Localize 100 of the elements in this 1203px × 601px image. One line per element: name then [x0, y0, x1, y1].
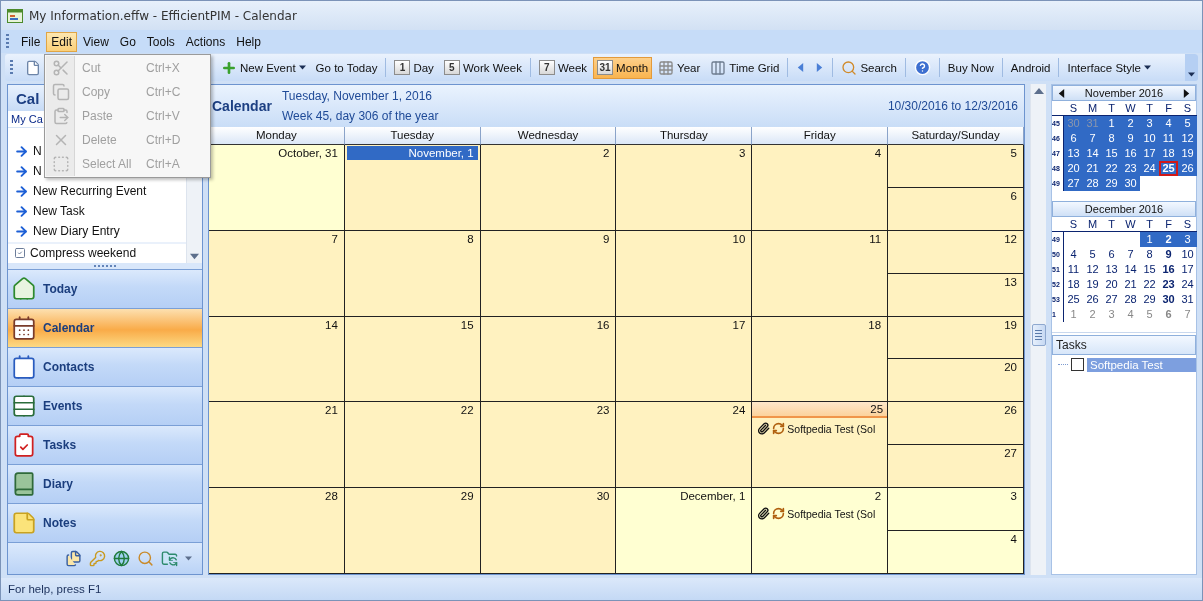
day-cell[interactable]: 19	[888, 316, 1024, 360]
navigation-button[interactable]: Events	[8, 386, 202, 425]
caret-icon[interactable]	[298, 64, 306, 71]
day-cell[interactable]: 12	[888, 230, 1024, 274]
day-cell[interactable]: 15	[344, 316, 481, 403]
scrollbar[interactable]	[1030, 84, 1046, 575]
day-cell[interactable]: 17	[616, 316, 753, 403]
view-button[interactable]: 31 Month	[593, 56, 653, 79]
menu-item[interactable]: Go	[114, 31, 141, 52]
day-cell[interactable]: 30	[480, 488, 617, 574]
action-link[interactable]: New Task	[33, 204, 85, 218]
mini-calendar-day[interactable]: 6	[1102, 247, 1121, 262]
action-link[interactable]: New Diary Entry	[33, 224, 120, 238]
day-cell[interactable]: 27	[888, 445, 1024, 489]
navigation-button[interactable]: Tasks	[8, 425, 202, 464]
day-cell[interactable]: 16	[480, 316, 617, 403]
day-cell[interactable]: 8	[344, 230, 481, 317]
new-event-button[interactable]: New Event	[217, 56, 310, 79]
day-cell[interactable]: 28	[209, 488, 345, 574]
toolbar-button[interactable]: Buy Now	[943, 56, 998, 79]
mini-calendar-day[interactable]: 16	[1159, 262, 1178, 277]
mini-calendar-day[interactable]: 12	[1083, 262, 1102, 277]
view-button[interactable]: 1 Day	[390, 56, 438, 79]
mini-calendar-day[interactable]: 17	[1140, 146, 1159, 161]
view-button[interactable]: Time Grid	[706, 56, 784, 79]
navigation-button[interactable]: Diary	[8, 464, 202, 503]
caret-icon[interactable]	[1188, 71, 1195, 78]
task-checkbox[interactable]	[1071, 358, 1084, 371]
mini-calendar-day[interactable]: 7	[1083, 131, 1102, 146]
navigation-button[interactable]: Today	[8, 269, 202, 308]
search-button[interactable]: Search	[837, 56, 901, 79]
interface-style-menu[interactable]: Interface Style	[1063, 56, 1155, 79]
scroll-up-icon[interactable]	[1033, 86, 1044, 96]
mini-calendar-day[interactable]: 5	[1178, 116, 1197, 131]
day-cell[interactable]: 11	[752, 230, 889, 317]
day-cell[interactable]: 2 Softpedia Test (Sol	[752, 488, 889, 574]
day-cell[interactable]: 4	[888, 531, 1024, 574]
day-cell[interactable]: 29	[344, 488, 481, 574]
mini-calendar-day[interactable]: 24	[1178, 277, 1197, 292]
action-link[interactable]: N	[33, 164, 42, 178]
mini-calendar-day[interactable]: 1	[1064, 307, 1083, 322]
left-triangle-icon[interactable]	[796, 63, 806, 72]
day-cell[interactable]: 7	[209, 230, 345, 317]
mini-calendar-day[interactable]: 8	[1140, 247, 1159, 262]
event-title[interactable]: Softpedia Test (Sol	[787, 507, 876, 520]
mini-calendar-day[interactable]: 1	[1140, 232, 1159, 247]
mini-calendar-day[interactable]: 27	[1064, 176, 1083, 191]
globe-icon[interactable]	[113, 550, 130, 567]
caret-icon[interactable]	[1144, 64, 1151, 71]
day-cell[interactable]: 3	[888, 488, 1024, 532]
day-cell[interactable]: October, 31	[209, 145, 345, 231]
mini-calendar-day[interactable]: 2	[1159, 232, 1178, 247]
action-link[interactable]: New Recurring Event	[33, 184, 147, 198]
mini-calendar-day[interactable]: 3	[1140, 116, 1159, 131]
folder-sync-icon[interactable]	[161, 550, 178, 567]
navigation-button[interactable]: Notes	[8, 503, 202, 542]
day-cell[interactable]: 4	[752, 145, 889, 231]
mini-calendar-day[interactable]: 4	[1121, 307, 1140, 322]
view-button[interactable]: 7 Week	[534, 56, 592, 79]
day-cell[interactable]: 18	[752, 316, 889, 403]
day-cell[interactable]: 21	[209, 402, 345, 489]
menu-item[interactable]: Help	[231, 31, 266, 52]
mini-calendar-day[interactable]: 15	[1102, 146, 1121, 161]
day-cell[interactable]: 9	[480, 230, 617, 317]
day-cell[interactable]: 13	[888, 273, 1024, 317]
mini-calendar-day[interactable]: 21	[1083, 161, 1102, 176]
toolbar-button[interactable]: Go to Today	[311, 56, 382, 79]
mini-calendar-day[interactable]: 28	[1121, 292, 1140, 307]
mini-calendar-day[interactable]: 19	[1083, 277, 1102, 292]
day-cell[interactable]: 10	[616, 230, 753, 317]
mini-calendar-day[interactable]: 15	[1140, 262, 1159, 277]
menu-item[interactable]: Tools	[141, 31, 180, 52]
mini-calendar-day[interactable]: 11	[1159, 131, 1178, 146]
mini-calendar-day[interactable]: 6	[1064, 131, 1083, 146]
mini-calendar-day[interactable]: 5	[1140, 307, 1159, 322]
toolbar-overflow-button[interactable]	[1185, 54, 1198, 81]
mini-calendar-day[interactable]: 2	[1121, 116, 1140, 131]
mini-calendar-day[interactable]: 18	[1064, 277, 1083, 292]
mini-calendar-day[interactable]: 7	[1121, 247, 1140, 262]
mini-calendar-day[interactable]: 25	[1159, 161, 1178, 176]
mini-calendar-day[interactable]: 25	[1064, 292, 1083, 307]
day-cell[interactable]: 6	[888, 187, 1024, 231]
mini-calendar-day[interactable]: 11	[1064, 262, 1083, 277]
mini-calendar-day[interactable]: 1	[1102, 116, 1121, 131]
mini-calendar-day[interactable]: 23	[1159, 277, 1178, 292]
day-cell[interactable]: 25 Softpedia Test (Sol	[752, 402, 889, 489]
files-icon[interactable]	[65, 550, 82, 567]
day-cell[interactable]: 22	[344, 402, 481, 489]
search-icon[interactable]	[137, 550, 154, 567]
day-cell[interactable]: 5	[888, 145, 1024, 188]
mini-calendar-day[interactable]: 20	[1064, 161, 1083, 176]
day-cell[interactable]: 3	[616, 145, 753, 231]
mini-calendar-day[interactable]: 30	[1159, 292, 1178, 307]
mini-calendar-day[interactable]: 30	[1121, 176, 1140, 191]
mini-calendar-day[interactable]: 23	[1121, 161, 1140, 176]
mini-calendar-day[interactable]: 3	[1102, 307, 1121, 322]
mini-calendar-day[interactable]: 31	[1178, 292, 1197, 307]
navigation-button[interactable]: Contacts	[8, 347, 202, 386]
event-title[interactable]: Softpedia Test (Sol	[787, 422, 876, 435]
mini-calendar-day[interactable]: 9	[1159, 247, 1178, 262]
